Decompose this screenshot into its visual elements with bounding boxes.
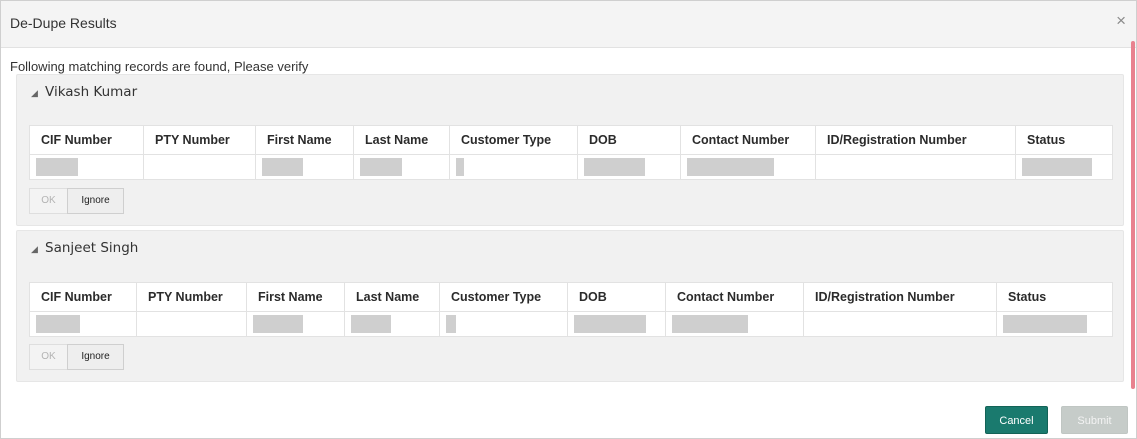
- de-dupe-dialog: De-Dupe Results × Following matching rec…: [0, 0, 1137, 439]
- cell-dob: [577, 154, 681, 180]
- redacted-value: [351, 315, 391, 333]
- cell-pty-number: [143, 154, 256, 180]
- redacted-value: [262, 158, 303, 176]
- cell-customer-type: [439, 311, 568, 337]
- redacted-value: [584, 158, 645, 176]
- redacted-value: [36, 315, 80, 333]
- cell-pty-number: [136, 311, 247, 337]
- redacted-value: [574, 315, 646, 333]
- intro-message: Following matching records are found, Pl…: [10, 59, 309, 74]
- col-last-name[interactable]: Last Name: [344, 282, 440, 312]
- col-id-registration-number[interactable]: ID/Registration Number: [803, 282, 997, 312]
- cell-dob: [567, 311, 666, 337]
- group-name: Vikash Kumar: [45, 84, 138, 100]
- cell-first-name: [255, 154, 354, 180]
- col-cif-number[interactable]: CIF Number: [29, 125, 144, 155]
- vertical-scrollbar[interactable]: [1131, 41, 1135, 389]
- redacted-value: [1022, 158, 1092, 176]
- cell-last-name: [344, 311, 440, 337]
- cell-customer-type: [449, 154, 578, 180]
- cancel-button[interactable]: Cancel: [985, 406, 1048, 434]
- col-first-name[interactable]: First Name: [255, 125, 354, 155]
- collapse-triangle-icon[interactable]: ◢: [31, 88, 38, 99]
- cell-contact-number: [665, 311, 804, 337]
- cell-first-name: [246, 311, 345, 337]
- row-actions: OK Ignore: [29, 344, 124, 370]
- redacted-value: [672, 315, 748, 333]
- row-actions: OK Ignore: [29, 188, 124, 214]
- col-first-name[interactable]: First Name: [246, 282, 345, 312]
- col-customer-type[interactable]: Customer Type: [449, 125, 578, 155]
- col-pty-number[interactable]: PTY Number: [143, 125, 256, 155]
- group-name: Sanjeet Singh: [45, 240, 139, 256]
- collapse-triangle-icon[interactable]: ◢: [31, 244, 38, 255]
- cell-contact-number: [680, 154, 816, 180]
- redacted-value: [253, 315, 303, 333]
- match-table: CIF Number PTY Number First Name Last Na…: [29, 125, 1113, 180]
- table-header-row: CIF Number PTY Number First Name Last Na…: [29, 125, 1113, 155]
- redacted-value: [36, 158, 78, 176]
- cell-status: [1015, 154, 1113, 180]
- col-cif-number[interactable]: CIF Number: [29, 282, 137, 312]
- table-row[interactable]: [29, 154, 1113, 180]
- dialog-header: De-Dupe Results ×: [1, 1, 1136, 48]
- col-pty-number[interactable]: PTY Number: [136, 282, 247, 312]
- redacted-value: [1003, 315, 1087, 333]
- cell-last-name: [353, 154, 450, 180]
- col-last-name[interactable]: Last Name: [353, 125, 450, 155]
- col-contact-number[interactable]: Contact Number: [665, 282, 804, 312]
- match-group-vikash-kumar: ◢ Vikash Kumar CIF Number PTY Number Fir…: [16, 74, 1124, 226]
- table-row[interactable]: [29, 311, 1113, 337]
- redacted-value: [446, 315, 456, 333]
- col-contact-number[interactable]: Contact Number: [680, 125, 816, 155]
- ok-button[interactable]: OK: [29, 188, 68, 214]
- dialog-title: De-Dupe Results: [10, 15, 117, 31]
- group-header[interactable]: ◢ Sanjeet Singh: [17, 231, 1123, 267]
- col-status[interactable]: Status: [996, 282, 1113, 312]
- ignore-button[interactable]: Ignore: [67, 344, 124, 370]
- redacted-value: [687, 158, 774, 176]
- cell-status: [996, 311, 1113, 337]
- col-id-registration-number[interactable]: ID/Registration Number: [815, 125, 1016, 155]
- ok-button[interactable]: OK: [29, 344, 68, 370]
- match-group-sanjeet-singh: ◢ Sanjeet Singh CIF Number PTY Number Fi…: [16, 230, 1124, 382]
- table-header-row: CIF Number PTY Number First Name Last Na…: [29, 282, 1113, 312]
- col-dob[interactable]: DOB: [567, 282, 666, 312]
- cell-id-registration-number: [803, 311, 997, 337]
- col-customer-type[interactable]: Customer Type: [439, 282, 568, 312]
- match-table: CIF Number PTY Number First Name Last Na…: [29, 282, 1113, 337]
- close-icon[interactable]: ×: [1116, 12, 1126, 29]
- cell-id-registration-number: [815, 154, 1016, 180]
- redacted-value: [456, 158, 464, 176]
- col-status[interactable]: Status: [1015, 125, 1113, 155]
- cell-cif-number: [29, 154, 144, 180]
- cell-cif-number: [29, 311, 137, 337]
- group-header[interactable]: ◢ Vikash Kumar: [17, 75, 1123, 111]
- ignore-button[interactable]: Ignore: [67, 188, 124, 214]
- submit-button[interactable]: Submit: [1061, 406, 1128, 434]
- col-dob[interactable]: DOB: [577, 125, 681, 155]
- redacted-value: [360, 158, 402, 176]
